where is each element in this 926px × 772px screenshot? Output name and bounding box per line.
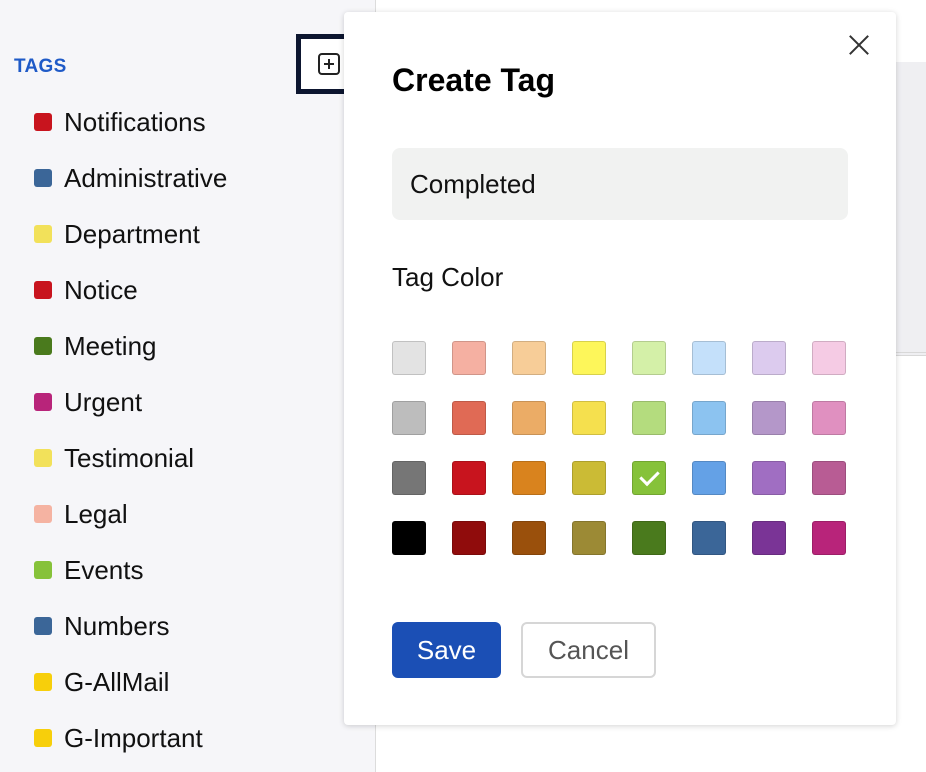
save-button[interactable]: Save bbox=[392, 622, 501, 678]
tag-label: Urgent bbox=[64, 386, 143, 417]
tag-color-swatch bbox=[34, 729, 52, 747]
color-swatch[interactable] bbox=[692, 401, 726, 435]
plus-square-icon bbox=[318, 53, 340, 75]
tag-color-swatch bbox=[34, 225, 52, 243]
tag-name-input[interactable] bbox=[392, 148, 848, 220]
tag-item[interactable]: Testimonial bbox=[34, 430, 227, 486]
tag-label: Testimonial bbox=[64, 442, 195, 473]
background-content bbox=[896, 62, 926, 356]
tag-label: Numbers bbox=[64, 610, 170, 641]
tag-color-swatch bbox=[34, 449, 52, 467]
tag-item[interactable]: Urgent bbox=[34, 374, 227, 430]
color-swatch[interactable] bbox=[812, 401, 846, 435]
color-swatch[interactable] bbox=[512, 401, 546, 435]
tag-label: G-Important bbox=[64, 722, 203, 753]
color-swatch[interactable] bbox=[392, 401, 426, 435]
color-swatch[interactable] bbox=[752, 401, 786, 435]
tags-sidebar: TAGS Notifications Administrative Departme… bbox=[0, 0, 376, 772]
close-icon[interactable] bbox=[844, 30, 874, 60]
color-swatch[interactable] bbox=[392, 461, 426, 495]
tag-color-swatch bbox=[34, 505, 52, 523]
tags-section-title: TAGS bbox=[14, 56, 67, 77]
color-swatch[interactable] bbox=[812, 461, 846, 495]
tag-label: G-AllMail bbox=[64, 666, 170, 697]
palette-row bbox=[392, 341, 852, 401]
tag-color-swatch bbox=[34, 337, 52, 355]
tag-item[interactable]: Department bbox=[34, 206, 227, 262]
tag-item[interactable]: Numbers bbox=[34, 598, 227, 654]
color-swatch[interactable] bbox=[692, 461, 726, 495]
tag-color-swatch bbox=[34, 169, 52, 187]
tag-label: Events bbox=[64, 554, 144, 585]
tag-label: Meeting bbox=[64, 330, 157, 361]
color-swatch[interactable] bbox=[812, 521, 846, 555]
palette-row bbox=[392, 401, 852, 461]
tag-color-swatch bbox=[34, 673, 52, 691]
color-swatch[interactable] bbox=[632, 341, 666, 375]
tag-color-swatch bbox=[34, 561, 52, 579]
tag-label: Legal bbox=[64, 498, 128, 529]
color-swatch[interactable] bbox=[572, 461, 606, 495]
tag-label: Notice bbox=[64, 274, 138, 305]
color-swatch[interactable] bbox=[392, 341, 426, 375]
color-swatch[interactable] bbox=[752, 341, 786, 375]
tag-color-swatch bbox=[34, 617, 52, 635]
tag-item[interactable]: G-Important bbox=[34, 710, 227, 766]
color-swatch[interactable] bbox=[692, 341, 726, 375]
palette-row bbox=[392, 521, 852, 581]
cancel-button[interactable]: Cancel bbox=[521, 622, 656, 678]
color-swatch[interactable] bbox=[632, 401, 666, 435]
palette-row bbox=[392, 461, 852, 521]
color-swatch[interactable] bbox=[572, 401, 606, 435]
dialog-title: Create Tag bbox=[392, 62, 556, 98]
tag-item[interactable]: Notice bbox=[34, 262, 227, 318]
color-swatch[interactable] bbox=[452, 341, 486, 375]
color-swatch[interactable] bbox=[752, 461, 786, 495]
color-swatch[interactable] bbox=[572, 341, 606, 375]
tag-item[interactable]: Legal bbox=[34, 486, 227, 542]
tag-item[interactable]: G-AllMail bbox=[34, 654, 227, 710]
color-swatch[interactable] bbox=[632, 521, 666, 555]
color-swatch[interactable] bbox=[452, 401, 486, 435]
color-swatch[interactable] bbox=[812, 341, 846, 375]
color-swatch[interactable] bbox=[452, 521, 486, 555]
color-swatch-selected[interactable] bbox=[632, 461, 666, 495]
tag-label: Administrative bbox=[64, 162, 228, 193]
tag-label: Department bbox=[64, 218, 200, 249]
tag-color-swatch bbox=[34, 113, 52, 131]
color-palette bbox=[392, 341, 852, 581]
create-tag-dialog: Create Tag Tag Color Save Cancel bbox=[344, 12, 896, 725]
tag-label: Notifications bbox=[64, 106, 206, 137]
color-swatch[interactable] bbox=[512, 461, 546, 495]
tag-color-swatch bbox=[34, 393, 52, 411]
tag-color-label: Tag Color bbox=[392, 262, 504, 292]
color-swatch[interactable] bbox=[512, 341, 546, 375]
tag-item[interactable]: Notifications bbox=[34, 94, 227, 150]
color-swatch[interactable] bbox=[512, 521, 546, 555]
tag-item[interactable]: Meeting bbox=[34, 318, 227, 374]
color-swatch[interactable] bbox=[452, 461, 486, 495]
tag-item[interactable]: Events bbox=[34, 542, 227, 598]
tag-list: Notifications Administrative Department Not… bbox=[34, 94, 227, 766]
tag-item[interactable]: Administrative bbox=[34, 150, 227, 206]
color-swatch[interactable] bbox=[392, 521, 426, 555]
color-swatch[interactable] bbox=[572, 521, 606, 555]
color-swatch[interactable] bbox=[692, 521, 726, 555]
color-swatch[interactable] bbox=[752, 521, 786, 555]
tag-color-swatch bbox=[34, 281, 52, 299]
